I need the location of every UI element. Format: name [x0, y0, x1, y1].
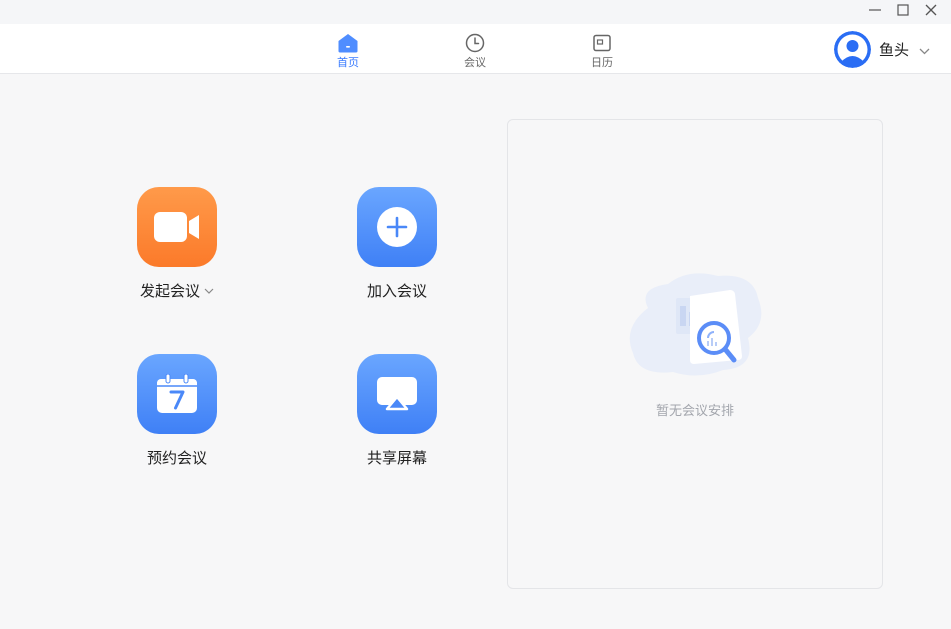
plus-circle-icon	[377, 207, 417, 247]
schedule-meeting-tile[interactable]	[137, 354, 217, 434]
start-meeting-tile[interactable]	[137, 187, 217, 267]
calendar-icon	[591, 32, 613, 54]
join-meeting-label: 加入会议	[366, 282, 427, 300]
title-bar	[0, 0, 951, 24]
schedule-panel: 暂无会议安排	[507, 119, 883, 589]
tab-home-label: 首页	[337, 56, 359, 69]
close-icon	[925, 4, 937, 16]
user-menu[interactable]: 鱼头	[834, 30, 930, 68]
empty-schedule-text: 暂无会议安排	[655, 404, 734, 419]
screen-share-icon	[377, 377, 417, 411]
search-document-icon	[628, 268, 764, 380]
clock-icon	[464, 32, 486, 54]
chevron-down-icon[interactable]	[204, 288, 214, 294]
start-meeting-label: 发起会议	[139, 282, 200, 300]
schedule-meeting-label: 预约会议	[146, 449, 207, 467]
tab-calendar[interactable]: 日历	[572, 24, 632, 74]
start-meeting-button[interactable]: 发起会议	[107, 187, 247, 307]
user-avatar-icon	[834, 30, 871, 68]
home-icon	[337, 32, 359, 54]
tab-home[interactable]: 首页	[318, 24, 378, 74]
tab-calendar-label: 日历	[591, 56, 613, 69]
minimize-icon	[869, 9, 881, 11]
join-meeting-button[interactable]: 加入会议	[327, 187, 467, 307]
share-screen-label: 共享屏幕	[366, 449, 427, 467]
calendar-7-icon	[157, 374, 197, 413]
join-meeting-tile[interactable]	[357, 187, 437, 267]
share-screen-tile[interactable]	[357, 354, 437, 434]
user-name: 鱼头	[879, 40, 910, 59]
top-nav: 首页 会议 日历 鱼头	[0, 24, 951, 74]
chevron-down-icon	[919, 40, 930, 59]
share-screen-button[interactable]: 共享屏幕	[327, 354, 467, 474]
schedule-meeting-button[interactable]: 预约会议	[107, 354, 247, 474]
close-button[interactable]	[917, 0, 945, 20]
tab-meetings-label: 会议	[464, 56, 486, 69]
video-camera-icon	[154, 212, 199, 242]
minimize-button[interactable]	[861, 0, 889, 20]
maximize-button[interactable]	[889, 0, 917, 20]
tab-meetings[interactable]: 会议	[445, 24, 505, 74]
maximize-icon	[897, 4, 909, 16]
